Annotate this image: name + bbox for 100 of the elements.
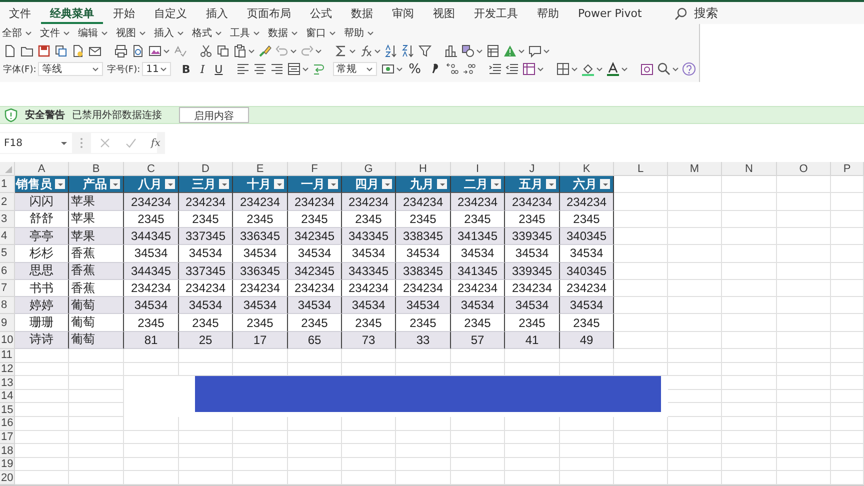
check-icon[interactable] <box>125 137 137 150</box>
empty-cell[interactable] <box>777 403 831 418</box>
empty-cell[interactable] <box>831 280 864 298</box>
menu-item[interactable]: 编辑 <box>76 26 112 40</box>
fill-color-icon[interactable] <box>580 62 595 76</box>
empty-cell[interactable] <box>179 458 233 472</box>
empty-cell[interactable] <box>668 297 722 314</box>
ribbon-tab[interactable]: 自定义 <box>145 2 196 24</box>
empty-cell[interactable] <box>722 444 777 458</box>
drag-handle-icon[interactable] <box>80 137 83 150</box>
filter-button[interactable] <box>328 179 338 190</box>
row-number[interactable]: 20 <box>0 471 15 485</box>
bold-button[interactable]: B <box>178 62 194 76</box>
empty-cell[interactable] <box>831 245 864 263</box>
row-number[interactable]: 10 <box>0 332 15 350</box>
empty-cell[interactable] <box>777 332 831 350</box>
empty-cell[interactable] <box>668 210 722 228</box>
insert-function-button[interactable]: fx <box>151 138 160 149</box>
empty-cell[interactable] <box>560 458 614 472</box>
caret-icon[interactable] <box>290 48 297 54</box>
empty-cell[interactable] <box>668 430 722 444</box>
empty-cell[interactable] <box>831 176 864 194</box>
empty-cell[interactable] <box>831 376 864 390</box>
empty-cell[interactable] <box>722 245 777 263</box>
align-center-icon[interactable] <box>252 62 267 76</box>
shapes-icon[interactable] <box>461 44 475 58</box>
empty-cell[interactable] <box>831 314 864 332</box>
font-name-field[interactable]: 等线 <box>38 62 103 76</box>
row-number[interactable]: 9 <box>0 314 15 332</box>
empty-cell[interactable] <box>668 245 722 263</box>
column-letter[interactable]: I <box>451 162 505 176</box>
empty-cell[interactable] <box>722 390 777 404</box>
caret-icon[interactable] <box>476 48 483 54</box>
font-color-icon[interactable] <box>606 62 620 76</box>
ribbon-tab[interactable]: 开始 <box>104 2 144 24</box>
empty-cell[interactable] <box>722 280 777 298</box>
column-letter[interactable]: F <box>288 162 342 176</box>
empty-cell[interactable] <box>668 444 722 458</box>
empty-cell[interactable] <box>179 444 233 458</box>
column-letter[interactable]: C <box>124 162 179 176</box>
number-format-field[interactable]: 常规 <box>332 62 377 76</box>
filter-button[interactable] <box>55 179 65 190</box>
empty-cell[interactable] <box>777 245 831 263</box>
print-preview-icon[interactable] <box>131 44 145 58</box>
empty-cell[interactable] <box>777 280 831 298</box>
ribbon-tab[interactable]: Power Pivot <box>569 2 651 24</box>
column-letter[interactable]: G <box>342 162 396 176</box>
empty-cell[interactable] <box>668 376 722 390</box>
empty-cell[interactable] <box>722 176 777 194</box>
printer-icon[interactable] <box>114 44 128 58</box>
empty-cell[interactable] <box>505 349 560 363</box>
spelling-icon[interactable] <box>173 44 187 58</box>
empty-cell[interactable] <box>179 349 233 363</box>
empty-cell[interactable] <box>722 430 777 444</box>
menu-item[interactable]: 工具 <box>228 26 264 40</box>
empty-cell[interactable] <box>777 193 831 211</box>
caret-icon[interactable] <box>396 66 403 72</box>
filter-button[interactable] <box>219 179 229 190</box>
empty-cell[interactable] <box>831 362 864 376</box>
decrease-indent-icon[interactable] <box>488 62 502 76</box>
empty-cell[interactable] <box>233 430 288 444</box>
row-number[interactable]: 13 <box>0 376 15 390</box>
decrease-decimal-icon[interactable] <box>462 62 476 76</box>
warning-triangle-icon[interactable] <box>503 44 517 58</box>
empty-cell[interactable] <box>668 458 722 472</box>
row-number[interactable]: 2 <box>0 193 15 211</box>
empty-cell[interactable] <box>396 430 451 444</box>
empty-cell[interactable] <box>505 458 560 472</box>
empty-cell[interactable] <box>722 314 777 332</box>
empty-cell[interactable] <box>668 349 722 363</box>
picture-icon[interactable] <box>148 44 162 58</box>
borders-icon[interactable] <box>556 62 570 76</box>
currency-icon[interactable] <box>380 62 395 76</box>
row-number[interactable]: 16 <box>0 417 15 431</box>
row-number[interactable]: 15 <box>0 403 15 418</box>
column-letter[interactable]: B <box>69 162 124 176</box>
empty-cell[interactable] <box>777 314 831 332</box>
row-number[interactable]: 4 <box>0 228 15 246</box>
caret-icon[interactable] <box>163 48 170 54</box>
empty-cell[interactable] <box>614 444 668 458</box>
ribbon-tab[interactable]: 插入 <box>197 2 237 24</box>
column-letter[interactable]: E <box>233 162 288 176</box>
empty-cell[interactable] <box>560 349 614 363</box>
empty-cell[interactable] <box>288 349 342 363</box>
empty-cell[interactable] <box>288 417 342 431</box>
filter-button[interactable] <box>382 179 392 190</box>
filter-button[interactable] <box>437 179 447 190</box>
empty-cell[interactable] <box>668 262 722 280</box>
empty-cell[interactable] <box>777 444 831 458</box>
brush-icon[interactable] <box>258 44 272 58</box>
column-letter[interactable]: N <box>722 162 777 176</box>
caret-icon[interactable] <box>518 48 525 54</box>
empty-cell[interactable] <box>777 390 831 404</box>
empty-cell[interactable] <box>722 362 777 376</box>
ribbon-tab[interactable]: 视图 <box>424 2 464 24</box>
empty-cell[interactable] <box>722 403 777 418</box>
filter-icon[interactable] <box>418 44 432 58</box>
ribbon-tab[interactable]: 页面布局 <box>238 2 300 24</box>
empty-cell[interactable] <box>722 262 777 280</box>
align-right-icon[interactable] <box>270 62 284 76</box>
